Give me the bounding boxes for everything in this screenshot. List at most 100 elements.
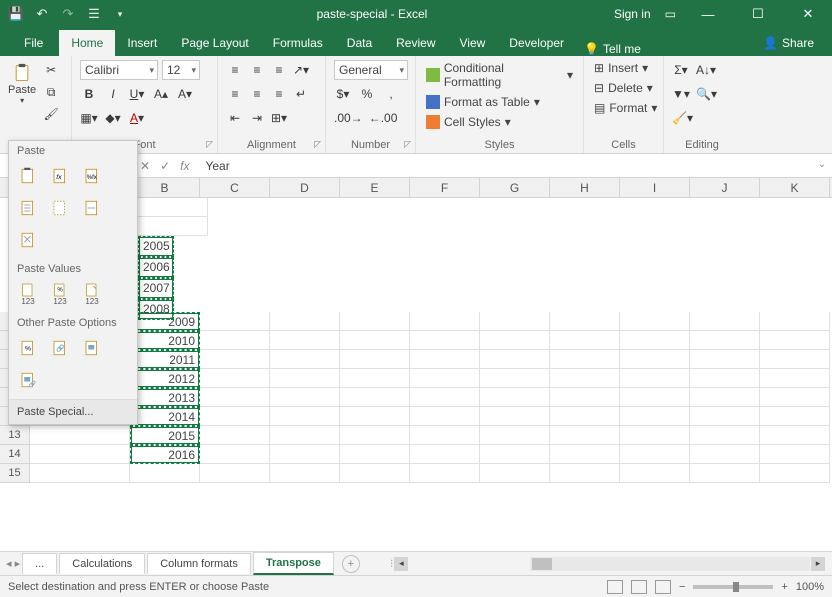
currency-icon[interactable]: $▾ — [334, 84, 352, 104]
paste-linked-picture-icon[interactable]: 🔗 — [15, 367, 41, 393]
font-name-combo[interactable]: Calibri — [80, 60, 158, 80]
cell[interactable] — [130, 464, 200, 483]
cell[interactable] — [340, 369, 410, 388]
cell-styles-button[interactable]: Cell Styles▾ — [424, 114, 575, 130]
bold-button[interactable]: B — [80, 84, 98, 104]
cell[interactable] — [480, 426, 550, 445]
number-format-combo[interactable]: General — [334, 60, 408, 80]
maximize-button[interactable]: ☐ — [740, 0, 776, 28]
cell[interactable] — [760, 350, 830, 369]
cell[interactable] — [690, 350, 760, 369]
paste-all-icon[interactable] — [15, 163, 41, 189]
col-header[interactable]: B — [130, 178, 200, 197]
row-header[interactable]: 14 — [0, 445, 30, 464]
col-header[interactable]: F — [410, 178, 480, 197]
tab-review[interactable]: Review — [384, 30, 447, 56]
page-layout-view-icon[interactable] — [631, 580, 647, 594]
font-color-icon[interactable]: A▾ — [128, 108, 146, 128]
paste-formulas-icon[interactable]: fx — [47, 163, 73, 189]
align-left-icon[interactable]: ≡ — [226, 84, 244, 104]
align-bottom-icon[interactable]: ≡ — [270, 60, 288, 80]
cell[interactable]: 2010 — [130, 331, 200, 350]
format-as-table-button[interactable]: Format as Table▾ — [424, 94, 575, 110]
cell[interactable] — [620, 369, 690, 388]
redo-icon[interactable]: ↷ — [58, 4, 78, 24]
cell[interactable] — [620, 331, 690, 350]
tab-data[interactable]: Data — [335, 30, 384, 56]
underline-button[interactable]: U▾ — [128, 84, 146, 104]
cell[interactable] — [690, 369, 760, 388]
cell[interactable] — [270, 445, 340, 464]
zoom-in-icon[interactable]: + — [781, 581, 787, 593]
paste-keep-widths-icon[interactable] — [79, 195, 105, 221]
cell[interactable] — [760, 312, 830, 331]
copy-icon[interactable]: ⧉ — [42, 82, 60, 102]
increase-decimal-icon[interactable]: .00→ — [334, 108, 363, 128]
cell[interactable] — [550, 350, 620, 369]
paste-values-source-icon[interactable]: 123 — [79, 281, 105, 307]
cell[interactable] — [480, 331, 550, 350]
align-right-icon[interactable]: ≡ — [270, 84, 288, 104]
cell[interactable] — [480, 445, 550, 464]
tab-insert[interactable]: Insert — [115, 30, 169, 56]
cell[interactable] — [340, 426, 410, 445]
formula-input[interactable]: Year ⌄ — [199, 159, 832, 173]
paste-picture-icon[interactable] — [79, 335, 105, 361]
cell[interactable] — [550, 388, 620, 407]
undo-icon[interactable]: ↶ — [32, 4, 52, 24]
find-icon[interactable]: 🔍▾ — [696, 84, 717, 104]
tab-page-layout[interactable]: Page Layout — [169, 30, 260, 56]
cell[interactable]: 2013 — [130, 388, 200, 407]
touch-icon[interactable]: ☰ — [84, 4, 104, 24]
col-header[interactable]: C — [200, 178, 270, 197]
cell[interactable] — [760, 331, 830, 350]
cell[interactable] — [620, 388, 690, 407]
fill-icon[interactable]: ▼▾ — [672, 84, 690, 104]
cell[interactable] — [270, 388, 340, 407]
merge-center-icon[interactable]: ⊞▾ — [270, 108, 288, 128]
cell[interactable] — [410, 426, 480, 445]
cell[interactable] — [620, 350, 690, 369]
tab-file[interactable]: File — [8, 30, 59, 56]
cell[interactable] — [550, 445, 620, 464]
sheet-tab-calculations[interactable]: Calculations — [59, 553, 145, 574]
paste-transpose-icon[interactable] — [15, 227, 41, 253]
percent-icon[interactable]: % — [358, 84, 376, 104]
paste-formulas-number-icon[interactable]: %fx — [79, 163, 105, 189]
cell[interactable] — [410, 331, 480, 350]
cell[interactable] — [690, 312, 760, 331]
cell[interactable] — [620, 445, 690, 464]
cell[interactable] — [340, 388, 410, 407]
format-cells-button[interactable]: ▤Format▾ — [592, 100, 655, 116]
paste-values-icon[interactable]: 123 — [15, 281, 41, 307]
wrap-text-icon[interactable]: ↵ — [292, 84, 310, 104]
col-header[interactable]: I — [620, 178, 690, 197]
hscroll-right-icon[interactable]: ▸ — [811, 557, 825, 571]
align-middle-icon[interactable]: ≡ — [248, 60, 266, 80]
col-header[interactable]: E — [340, 178, 410, 197]
cell[interactable] — [550, 426, 620, 445]
increase-indent-icon[interactable]: ⇥ — [248, 108, 266, 128]
cell[interactable] — [620, 312, 690, 331]
cell[interactable] — [690, 445, 760, 464]
cell[interactable] — [620, 426, 690, 445]
cell[interactable] — [480, 312, 550, 331]
tell-me[interactable]: 💡Tell me — [584, 42, 641, 56]
cell[interactable] — [480, 388, 550, 407]
cell[interactable] — [410, 350, 480, 369]
insert-cells-button[interactable]: ⊞Insert▾ — [592, 60, 655, 76]
dialog-launcher-icon[interactable]: ◸ — [314, 139, 321, 150]
cell[interactable] — [690, 464, 760, 483]
cell[interactable] — [270, 350, 340, 369]
cancel-icon[interactable]: ✕ — [140, 159, 150, 173]
save-icon[interactable]: 💾 — [6, 4, 26, 24]
col-header[interactable]: G — [480, 178, 550, 197]
cell[interactable] — [200, 331, 270, 350]
cell[interactable] — [30, 464, 130, 483]
shrink-font-icon[interactable]: A▾ — [176, 84, 194, 104]
cell[interactable] — [410, 369, 480, 388]
enter-icon[interactable]: ✓ — [160, 159, 170, 173]
font-size-combo[interactable]: 12 — [162, 60, 200, 80]
zoom-level[interactable]: 100% — [796, 581, 824, 593]
paste-link-icon[interactable]: 🔗 — [47, 335, 73, 361]
